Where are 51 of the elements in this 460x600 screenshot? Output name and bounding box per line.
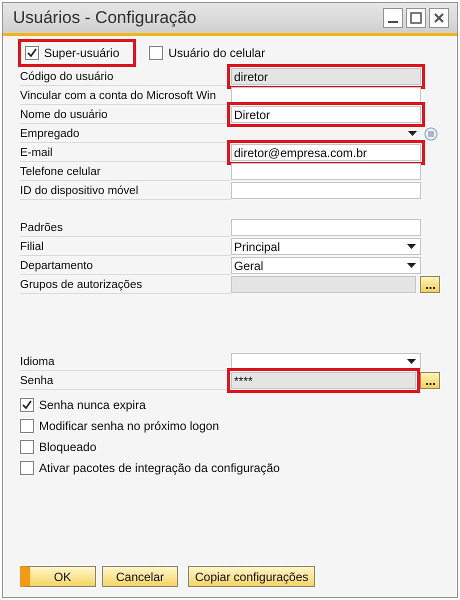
- checkbox-option[interactable]: Super-usuário: [23, 44, 132, 62]
- input-field[interactable]: [231, 219, 421, 236]
- checkbox-label: Senha nunca expira: [39, 396, 146, 414]
- checkbox[interactable]: [20, 418, 34, 432]
- browse-button[interactable]: [420, 372, 440, 389]
- checkbox-option[interactable]: Usuário do celular: [147, 44, 268, 62]
- dropdown-field[interactable]: Principal: [231, 238, 421, 255]
- dropdown-arrow-icon: [407, 263, 416, 268]
- field-value: ****: [234, 372, 253, 390]
- dialog-button[interactable]: Copiar configurações: [188, 566, 316, 587]
- close-button[interactable]: [429, 8, 449, 28]
- field-value: Principal: [234, 238, 280, 256]
- field-label: ID do dispositivo móvel: [20, 182, 231, 200]
- checkbox-label: Modificar senha no próximo logon: [39, 418, 220, 434]
- field-value: diretor: [234, 68, 268, 86]
- field-label: Padrões: [20, 218, 231, 236]
- checkbox[interactable]: [25, 46, 39, 60]
- checkbox-label: Usuário do celular: [168, 45, 266, 62]
- field-value: Geral: [234, 258, 264, 274]
- dropdown-arrow-icon: [407, 359, 416, 364]
- window-title: Usuários - Configuração: [13, 7, 196, 30]
- checkbox[interactable]: [20, 398, 34, 412]
- dialog-button[interactable]: Cancelar: [102, 566, 178, 587]
- checkbox-label: Super-usuário: [44, 45, 120, 62]
- field-label: Departamento: [20, 256, 231, 274]
- maximize-icon: [410, 12, 422, 24]
- checkbox[interactable]: [149, 46, 164, 60]
- list-icon[interactable]: [424, 126, 438, 140]
- checkbox-label: Bloqueado: [39, 438, 96, 456]
- checkbox-label: Ativar pacotes de integração da configuração: [39, 460, 280, 476]
- maximize-button[interactable]: [406, 8, 426, 28]
- dropdown-arrow-icon: [408, 131, 417, 136]
- dropdown-field[interactable]: Geral: [231, 257, 421, 274]
- field-label: Empregado: [20, 124, 231, 142]
- checkmark-icon: [22, 400, 32, 410]
- field-value: Diretor: [234, 106, 270, 124]
- field-label: Grupos de autorizações: [20, 276, 231, 294]
- field-value: diretor@empresa.com.br: [234, 144, 367, 162]
- field-label: Filial: [20, 238, 231, 256]
- minimize-button[interactable]: [383, 8, 403, 28]
- close-icon: [434, 13, 444, 23]
- dropdown-arrow-icon: [407, 244, 416, 249]
- minimize-icon: [388, 21, 398, 23]
- checkmark-icon: [27, 48, 37, 58]
- browse-button[interactable]: [420, 276, 440, 293]
- checkbox[interactable]: [20, 460, 34, 474]
- field-label: Telefone celular: [20, 162, 231, 180]
- input-field[interactable]: [231, 163, 421, 180]
- ok-button[interactable]: OK: [20, 566, 96, 587]
- input-field[interactable]: [231, 182, 421, 199]
- checkbox[interactable]: [20, 440, 34, 454]
